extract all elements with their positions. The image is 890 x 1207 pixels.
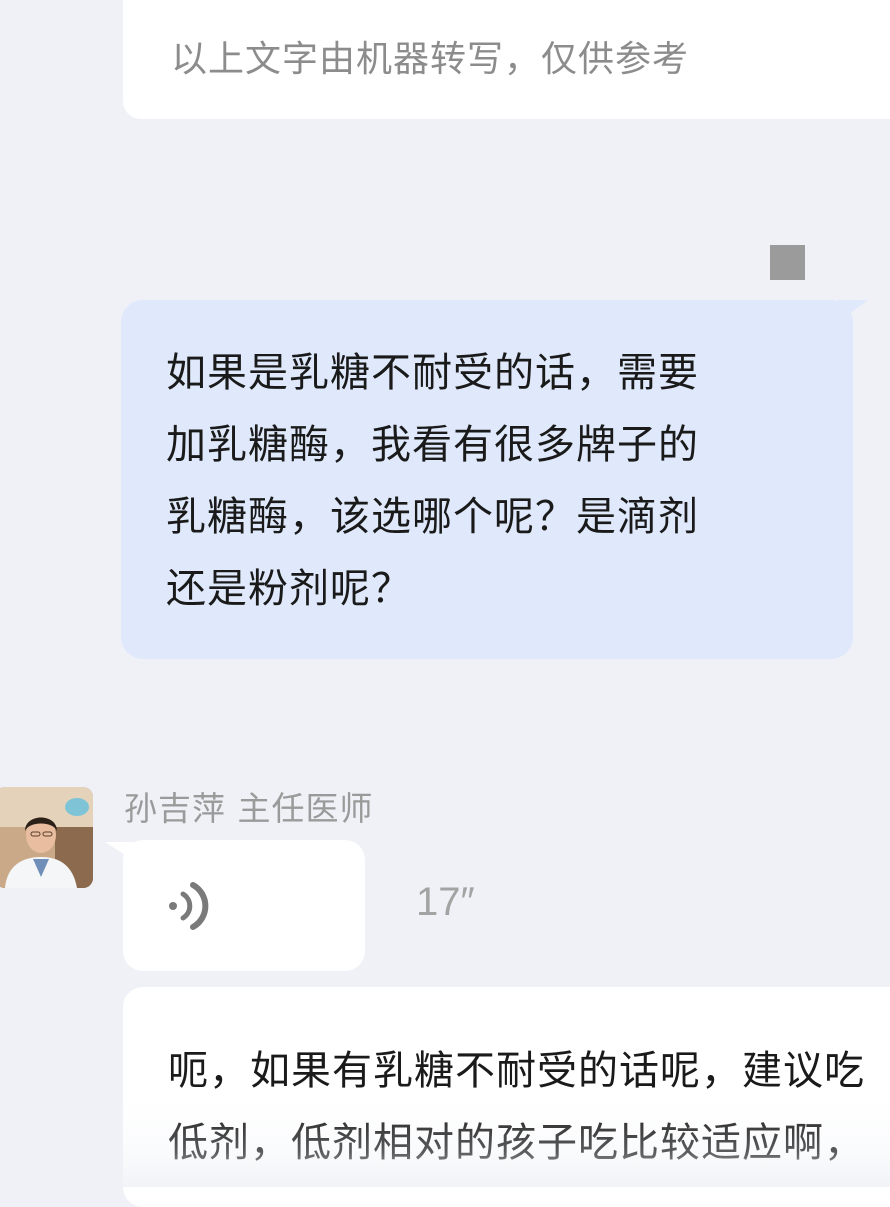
question-line: 乳糖酶，该选哪个呢？是滴剂 (166, 494, 699, 540)
machine-transcript-notice: 以上文字由机器转写，仅供参考 (171, 39, 690, 80)
voice-duration-label: 17″ (416, 880, 475, 924)
doctor-portrait-image (0, 787, 93, 888)
transcript-line: 低剂，低剂相对的孩子吃比较适应啊， (168, 1120, 865, 1166)
question-line: 还是粉剂呢？ (166, 566, 412, 612)
doctor-avatar[interactable] (0, 787, 93, 888)
transcript-line: 呃，如果有乳糖不耐受的话呢，建议吃 (168, 1048, 865, 1094)
voice-transcript-card[interactable]: 呃，如果有乳糖不耐受的话呢，建议吃 低剂，低剂相对的孩子吃比较适应啊， (123, 987, 890, 1207)
question-text: 如果是乳糖不耐受的话，需要 加乳糖酶，我看有很多牌子的 乳糖酶，该选哪个呢？是滴… (166, 337, 806, 625)
user-avatar[interactable] (770, 245, 805, 280)
transcript-note-card: 以上文字由机器转写，仅供参考 (123, 0, 890, 119)
question-line: 如果是乳糖不耐受的话，需要 (166, 350, 699, 396)
question-line: 加乳糖酶，我看有很多牌子的 (166, 422, 699, 468)
transcript-text: 呃，如果有乳糖不耐受的话呢，建议吃 低剂，低剂相对的孩子吃比较适应啊， (168, 1035, 890, 1179)
voice-wave-icon (169, 882, 209, 930)
doctor-name-label: 孙吉萍 主任医师 (124, 789, 374, 828)
voice-message-bubble[interactable] (123, 840, 365, 971)
user-question-bubble[interactable]: 如果是乳糖不耐受的话，需要 加乳糖酶，我看有很多牌子的 乳糖酶，该选哪个呢？是滴… (121, 300, 853, 659)
